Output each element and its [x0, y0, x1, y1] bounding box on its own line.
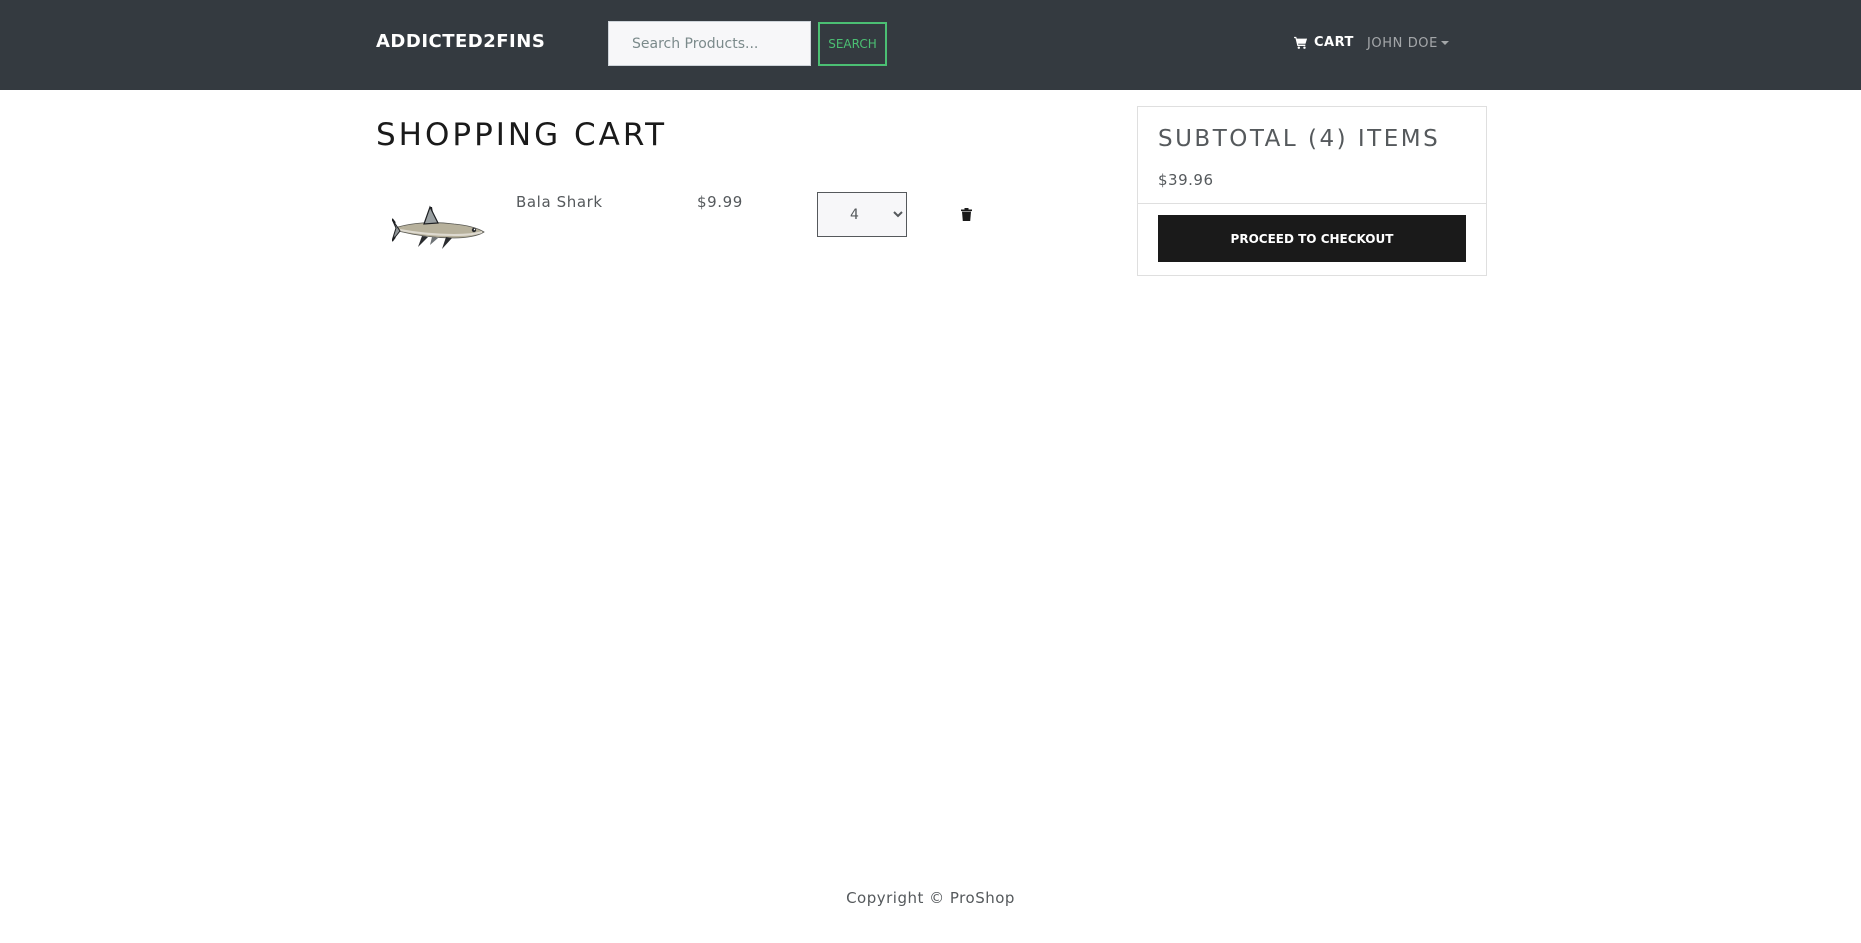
nav-cart-link[interactable]: CART: [1294, 35, 1354, 50]
shopping-cart-icon: [1294, 36, 1308, 49]
top-navbar: ADDICTED2FINS SEARCH CART JOHN DOE: [0, 0, 1861, 90]
summary-divider: [1138, 203, 1486, 204]
product-name-link[interactable]: Bala Shark: [516, 193, 603, 211]
search-button[interactable]: SEARCH: [818, 22, 887, 66]
subtotal-amount: $39.96: [1158, 171, 1214, 189]
caret-down-icon: [1440, 40, 1449, 45]
footer-copyright: Copyright © ProShop: [846, 889, 1015, 907]
subtotal-heading: SUBTOTAL (4) ITEMS: [1158, 126, 1441, 152]
user-name: JOHN DOE: [1367, 36, 1438, 51]
proceed-to-checkout-button[interactable]: PROCEED TO CHECKOUT: [1158, 215, 1466, 262]
remove-item-button[interactable]: [956, 206, 976, 226]
search-input[interactable]: [608, 21, 811, 66]
user-menu-dropdown[interactable]: JOHN DOE: [1367, 36, 1449, 51]
brand-logo[interactable]: ADDICTED2FINS: [376, 31, 545, 52]
fish-shark-image[interactable]: [392, 197, 488, 261]
nav-cart-label: CART: [1314, 35, 1354, 50]
trash-icon: [960, 208, 972, 221]
quantity-select[interactable]: 4: [817, 192, 907, 237]
order-summary-card: SUBTOTAL (4) ITEMS $39.96 PROCEED TO CHE…: [1137, 106, 1487, 276]
page-title: SHOPPING CART: [376, 117, 668, 153]
product-price: $9.99: [697, 193, 743, 211]
